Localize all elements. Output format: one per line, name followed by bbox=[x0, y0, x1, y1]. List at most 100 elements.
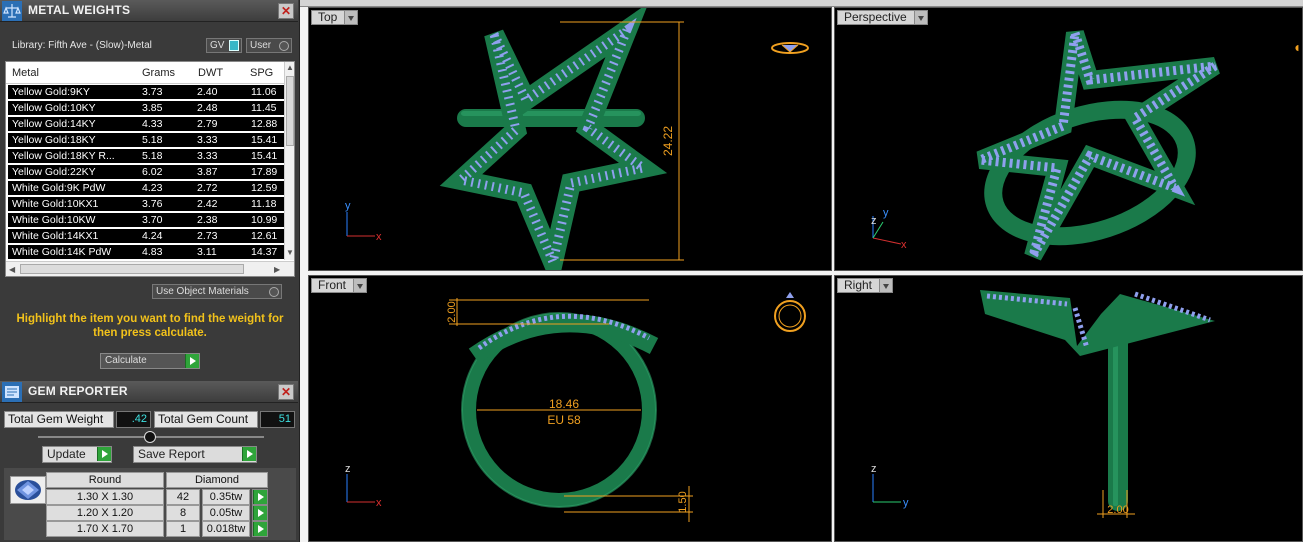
gem-reporter-header: GEM REPORTER ✕ bbox=[0, 381, 298, 403]
play-arrow-icon bbox=[253, 522, 267, 536]
viewport-perspective[interactable]: ◖ z y x Perspective bbox=[834, 7, 1303, 271]
gem-table: Round Diamond 1.30 X 1.30 42 0.35tw 1.20 X … bbox=[4, 468, 296, 540]
gem-cell: 42 bbox=[166, 489, 200, 505]
col-dwt[interactable]: DWT bbox=[198, 67, 223, 79]
scroll-left-icon[interactable]: ◀ bbox=[9, 265, 15, 274]
play-arrow-icon bbox=[253, 506, 267, 520]
calculate-button[interactable]: Calculate bbox=[100, 353, 200, 369]
viewport-right-title: Right bbox=[844, 278, 873, 292]
metal-row[interactable]: Yellow Gold:18KY R... 5.18 3.33 15.41 bbox=[8, 149, 284, 164]
gv-indicator-icon bbox=[229, 40, 239, 51]
chevron-down-icon[interactable] bbox=[913, 11, 927, 24]
metal-cell: White Gold:9K PdW bbox=[12, 182, 106, 194]
metal-cell: White Gold:10KW bbox=[12, 214, 96, 226]
metal-table-vscroll[interactable]: ▲ ▼ bbox=[284, 62, 294, 260]
update-button[interactable]: Update bbox=[42, 446, 112, 463]
metal-cell: 10.99 bbox=[251, 214, 278, 226]
metal-row[interactable]: Yellow Gold:9KY 3.73 2.40 11.06 bbox=[8, 85, 284, 100]
chevron-down-icon[interactable] bbox=[353, 279, 367, 292]
save-report-button[interactable]: Save Report bbox=[133, 446, 257, 463]
chevron-down-icon[interactable] bbox=[879, 279, 893, 292]
metal-row[interactable]: White Gold:14K PdW 4.83 3.11 14.37 bbox=[8, 245, 284, 260]
ring-icon bbox=[774, 292, 806, 332]
metal-cell: 3.33 bbox=[197, 134, 218, 146]
viewport-perspective-label[interactable]: Perspective bbox=[837, 10, 928, 25]
viewport-right[interactable]: 2.00 z y Right bbox=[834, 275, 1303, 542]
metal-row[interactable]: Yellow Gold:14KY 4.33 2.79 12.88 bbox=[8, 117, 284, 132]
viewport-top-label[interactable]: Top bbox=[311, 10, 359, 25]
metal-row[interactable]: Yellow Gold:18KY 5.18 3.33 15.41 bbox=[8, 133, 284, 148]
scroll-down-icon[interactable]: ▼ bbox=[286, 248, 294, 257]
gem-slider[interactable] bbox=[38, 431, 264, 443]
scroll-up-icon[interactable]: ▲ bbox=[286, 63, 294, 72]
gem-slider-knob[interactable] bbox=[144, 431, 156, 443]
col-spg[interactable]: SPG bbox=[250, 67, 273, 79]
vscroll-thumb[interactable] bbox=[286, 76, 294, 146]
col-grams[interactable]: Grams bbox=[142, 67, 175, 79]
metal-cell: 2.48 bbox=[197, 102, 218, 114]
user-toggle[interactable]: User bbox=[246, 38, 292, 53]
metal-cell: 2.79 bbox=[197, 118, 218, 130]
play-arrow-icon bbox=[253, 490, 267, 504]
metal-cell: 4.24 bbox=[142, 230, 163, 242]
metal-cell: 15.41 bbox=[251, 134, 278, 146]
gem-reporter-close-button[interactable]: ✕ bbox=[278, 384, 294, 400]
metal-cell: 5.18 bbox=[142, 150, 163, 162]
gem-cell: 0.018tw bbox=[202, 521, 250, 537]
metal-cell: 5.18 bbox=[142, 134, 163, 146]
viewport-top[interactable]: 24.22 y x Top bbox=[308, 7, 832, 271]
save-report-label: Save Report bbox=[138, 447, 205, 461]
front-ring-size: EU 58 bbox=[547, 413, 581, 427]
metal-row[interactable]: Yellow Gold:10KY 3.85 2.48 11.45 bbox=[8, 101, 284, 116]
metal-cell: 4.83 bbox=[142, 246, 163, 258]
gem-row-go-button[interactable] bbox=[252, 521, 268, 537]
viewport-perspective-title: Perspective bbox=[844, 10, 907, 24]
viewport-front-title: Front bbox=[318, 278, 347, 292]
viewport-front-label[interactable]: Front bbox=[311, 278, 368, 293]
chevron-down-icon[interactable] bbox=[344, 11, 358, 24]
metal-cell: 3.33 bbox=[197, 150, 218, 162]
metal-row[interactable]: White Gold:10KX1 3.76 2.42 11.18 bbox=[8, 197, 284, 212]
metal-row[interactable]: Yellow Gold:22KY 6.02 3.87 17.89 bbox=[8, 165, 284, 180]
front-view-canvas: 2.00 18.46 EU 58 1.50 z x bbox=[345, 292, 806, 522]
metal-cell: Yellow Gold:18KY bbox=[12, 134, 96, 146]
metal-cell: 3.70 bbox=[142, 214, 163, 226]
axis-y-persp: y bbox=[883, 207, 889, 219]
use-object-materials-toggle[interactable]: Use Object Materials bbox=[152, 284, 282, 299]
gem-row-go-button[interactable] bbox=[252, 489, 268, 505]
col-metal[interactable]: Metal bbox=[12, 67, 39, 79]
viewport-front[interactable]: 2.00 18.46 EU 58 1.50 z x Front bbox=[308, 275, 832, 542]
library-label: Library: Fifth Ave - (Slow)-Metal bbox=[12, 40, 152, 51]
metal-row[interactable]: White Gold:10KW 3.70 2.38 10.99 bbox=[8, 213, 284, 228]
metal-cell: 6.02 bbox=[142, 166, 163, 178]
total-gem-count-value: 51 bbox=[260, 411, 295, 428]
gem-cell: 1 bbox=[166, 521, 200, 537]
metal-cell: 4.33 bbox=[142, 118, 163, 130]
metal-cell: 17.89 bbox=[251, 166, 278, 178]
metal-cell: 2.38 bbox=[197, 214, 218, 226]
calculate-label: Calculate bbox=[105, 355, 147, 366]
scroll-right-icon[interactable]: ▶ bbox=[274, 265, 280, 274]
star-side bbox=[980, 290, 1215, 356]
axis-y-top: y bbox=[345, 200, 351, 212]
metal-row[interactable]: White Gold:14KX1 4.24 2.73 12.61 bbox=[8, 229, 284, 244]
gem-reporter-title: GEM REPORTER bbox=[28, 384, 128, 398]
viewport-right-label[interactable]: Right bbox=[837, 278, 894, 293]
metal-cell: 2.40 bbox=[197, 86, 218, 98]
metal-cell: 2.42 bbox=[197, 198, 218, 210]
hscroll-thumb[interactable] bbox=[20, 264, 244, 274]
metal-cell: White Gold:14K PdW bbox=[12, 246, 112, 258]
scale-icon bbox=[2, 1, 22, 21]
metal-cell: 11.06 bbox=[251, 86, 277, 98]
metal-weights-close-button[interactable]: ✕ bbox=[278, 3, 294, 19]
gv-label: GV bbox=[210, 40, 225, 51]
gv-toggle[interactable]: GV bbox=[206, 38, 242, 53]
metal-table-hscroll[interactable]: ◀ ▶ bbox=[6, 261, 294, 276]
gem-row-go-button[interactable] bbox=[252, 505, 268, 521]
metal-cell: White Gold:14KX1 bbox=[12, 230, 99, 242]
metal-row[interactable]: White Gold:9K PdW 4.23 2.72 12.59 bbox=[8, 181, 284, 196]
tab-strip bbox=[300, 0, 1303, 7]
top-dimension: 24.22 bbox=[661, 126, 675, 156]
metal-weights-header: METAL WEIGHTS ✕ bbox=[0, 0, 298, 22]
play-arrow-icon bbox=[97, 447, 111, 461]
